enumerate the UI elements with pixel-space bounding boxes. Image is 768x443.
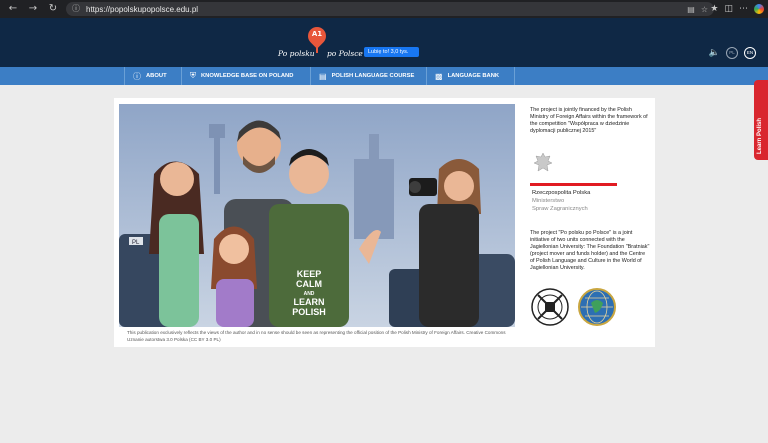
reader-icon[interactable]: ▤ [687, 5, 695, 14]
polish-eagle-icon [533, 152, 553, 172]
nav-label: POLISH LANGUAGE COURSE [331, 73, 415, 79]
site-header [0, 18, 768, 67]
card-icon: ▩ [435, 71, 443, 81]
shield-icon: ⛨ [190, 71, 196, 80]
ministry-red-bar [530, 183, 617, 186]
pin-stem [316, 44, 318, 53]
nav-language-bank[interactable]: ▩ LANGUAGE BANK [426, 67, 499, 85]
forward-icon[interactable]: → [26, 2, 40, 16]
nav-label: KNOWLEDGE BASE ON POLAND [201, 73, 294, 79]
initiative-note: The project "Po polsku po Polsce" is a j… [530, 230, 650, 271]
logo-text-right: po Polsce [327, 49, 363, 58]
collections-icon[interactable]: ◫ [724, 4, 733, 14]
bookmark-star-icon[interactable]: ☆ [701, 5, 708, 14]
lang-en-button[interactable]: EN [744, 47, 756, 59]
ministry-line-3: Spraw Zagranicznych [532, 206, 588, 212]
main-nav: ⓘ ABOUT ⛨ KNOWLEDGE BASE ON POLAND ▤ POL… [0, 67, 768, 85]
book-icon: ▤ [319, 71, 327, 81]
address-bar[interactable]: ⓘ https://popolskupopolsce.edu.pl ▤ ☆ [66, 2, 714, 16]
hero-svg: PL KEEP CALM AND LEARN POLISH [119, 104, 515, 327]
menu-icon[interactable]: ⋯ [739, 4, 748, 14]
nav-divider [514, 67, 515, 85]
speaker-icon[interactable]: 🔈 [709, 48, 720, 58]
browser-toolbar: ← → ↻ ⓘ https://popolskupopolsce.edu.pl … [0, 0, 768, 18]
nav-language-course[interactable]: ▤ POLISH LANGUAGE COURSE [310, 67, 414, 85]
site-info-icon[interactable]: ⓘ [72, 4, 82, 14]
ministry-line-1: Rzeczpospolita Polska [532, 190, 591, 196]
nav-about[interactable]: ⓘ ABOUT [124, 67, 167, 85]
info-icon: ⓘ [133, 71, 141, 81]
facebook-like-button[interactable]: Lubię to! 3,0 tys. [364, 47, 419, 57]
favorites-icon[interactable]: ★ [710, 4, 718, 14]
reload-icon[interactable]: ↻ [46, 2, 60, 16]
centre-polish-language-logo[interactable] [577, 287, 617, 327]
logo-text-left: Po polsku [278, 49, 315, 58]
shirt-line-5: POLISH [292, 307, 326, 317]
shirt-line-1: KEEP [297, 269, 322, 279]
nav-label: ABOUT [146, 73, 167, 79]
url-text: https://popolskupopolsce.edu.pl [86, 4, 199, 14]
nav-label: LANGUAGE BANK [447, 73, 500, 79]
bratniak-logo[interactable] [530, 287, 570, 327]
ministry-line-2: Ministerstwo [532, 198, 565, 204]
nav-knowledge-base[interactable]: ⛨ KNOWLEDGE BASE ON POLAND [181, 67, 293, 85]
financing-note: The project is jointly financed by the P… [530, 107, 648, 134]
shirt-line-2: CALM [296, 279, 322, 289]
learn-polish-tab[interactable]: Learn Polish [754, 80, 768, 160]
back-icon[interactable]: ← [6, 2, 20, 16]
shirt-line-4: LEARN [294, 297, 325, 307]
level-badge: A1 [311, 30, 323, 38]
disclaimer-caption: This publication exclusively reflects th… [127, 330, 506, 342]
suitcase-tag: PL [132, 240, 140, 246]
profile-icon[interactable] [754, 4, 764, 14]
hero-illustration: PL KEEP CALM AND LEARN POLISH [119, 104, 515, 327]
lang-pl-button[interactable]: PL [726, 47, 738, 59]
learn-polish-label: Learn Polish [757, 117, 763, 154]
